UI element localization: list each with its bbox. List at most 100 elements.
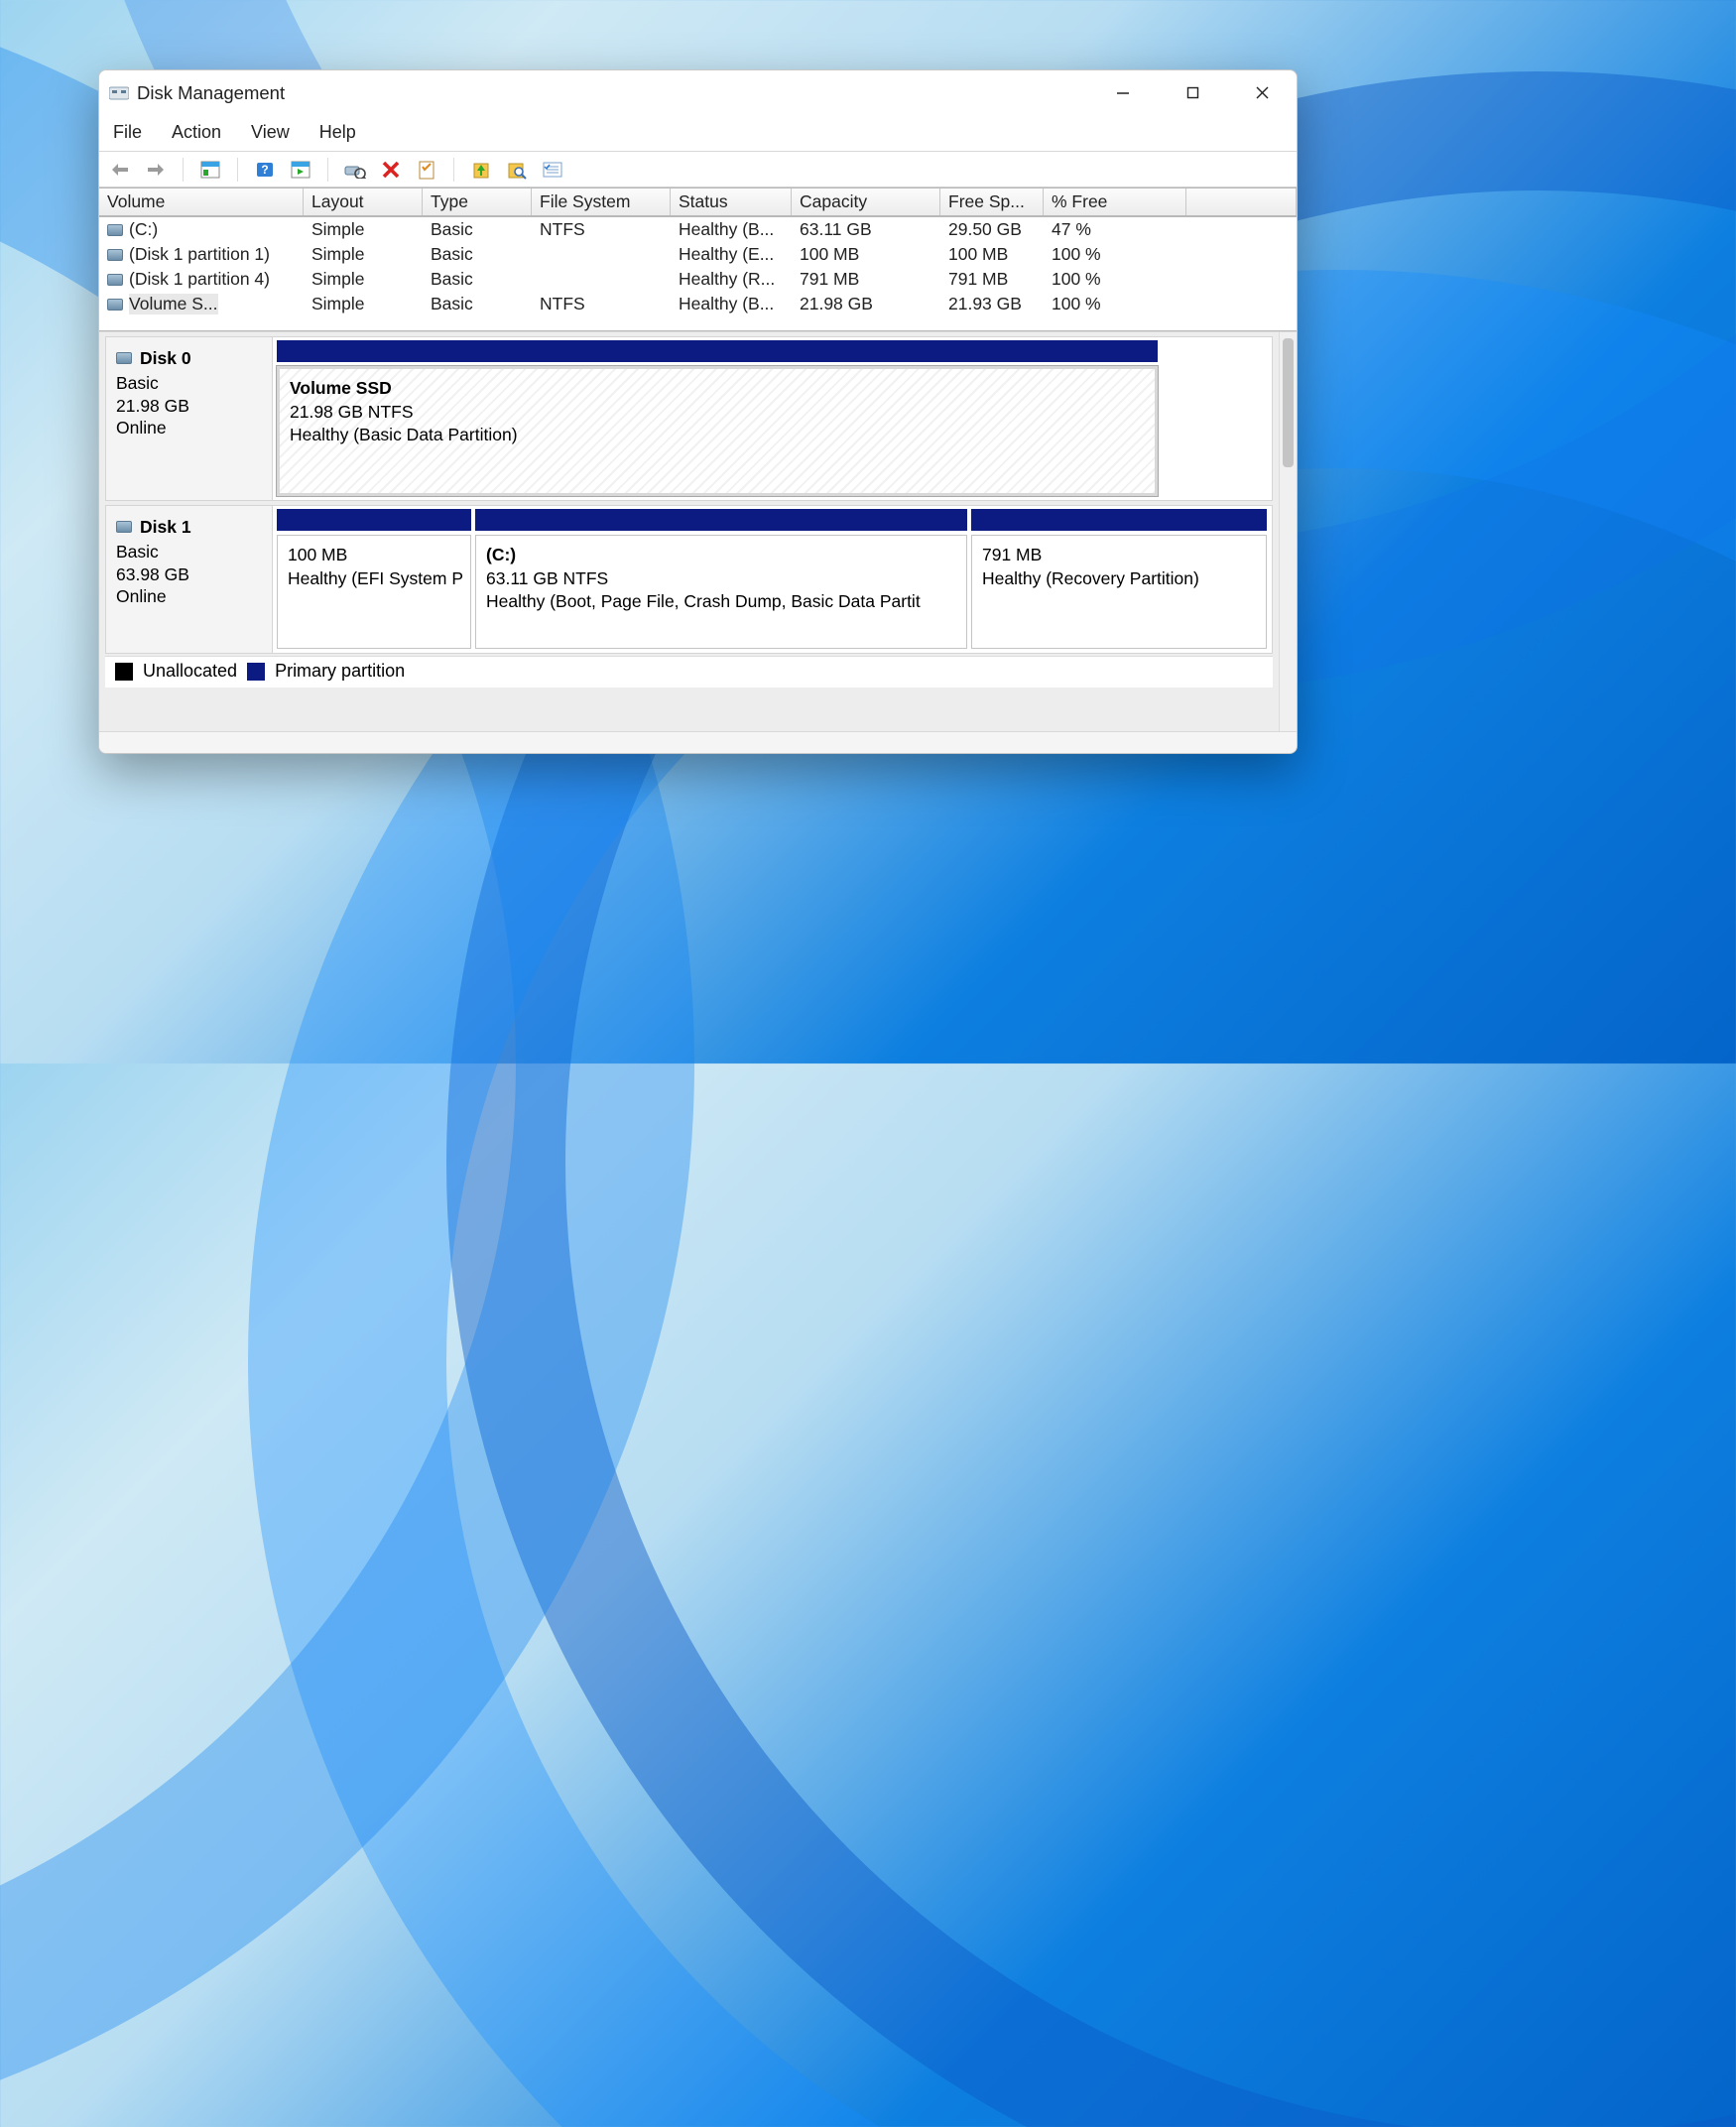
volume-layout: Simple (304, 243, 423, 266)
partition-size: 791 MB (982, 544, 1256, 567)
col-type[interactable]: Type (423, 188, 532, 215)
partition-status: Healthy (EFI System P (288, 567, 460, 591)
col-capacity[interactable]: Capacity (792, 188, 940, 215)
disk-graphical-view: Disk 0 Basic 21.98 GB Online Volume SSD … (99, 331, 1297, 731)
volume-pct: 100 % (1044, 243, 1186, 266)
col-layout[interactable]: Layout (304, 188, 423, 215)
disk-info[interactable]: Disk 1 Basic 63.98 GB Online (106, 506, 273, 653)
col-spacer[interactable] (1186, 188, 1297, 215)
menu-help[interactable]: Help (315, 120, 360, 145)
refresh-icon[interactable] (344, 159, 366, 181)
col-status[interactable]: Status (671, 188, 792, 215)
properties-icon[interactable] (416, 159, 437, 181)
partition-size: 100 MB (288, 544, 460, 567)
volume-layout: Simple (304, 218, 423, 241)
up-icon[interactable] (470, 159, 492, 181)
back-icon[interactable] (109, 159, 131, 181)
volume-icon (107, 274, 123, 286)
partition-header-bar (277, 340, 1158, 362)
partition-header-bar (277, 509, 471, 531)
titlebar[interactable]: Disk Management (99, 70, 1297, 116)
scrollbar-thumb[interactable] (1283, 338, 1294, 467)
disk-icon (116, 521, 132, 533)
volume-list-header: Volume Layout Type File System Status Ca… (99, 188, 1297, 217)
volume-name: (Disk 1 partition 1) (129, 244, 270, 265)
volume-type: Basic (423, 243, 532, 266)
volume-row[interactable]: (Disk 1 partition 4) Simple Basic Health… (99, 267, 1297, 292)
volume-pct: 47 % (1044, 218, 1186, 241)
disk-size: 21.98 GB (116, 395, 262, 418)
partition-status: Healthy (Recovery Partition) (982, 567, 1256, 591)
toolbar: ? (99, 152, 1297, 188)
legend: Unallocated Primary partition (105, 656, 1273, 688)
options-icon[interactable] (542, 159, 563, 181)
volume-type: Basic (423, 218, 532, 241)
disk-name: Disk 0 (140, 347, 191, 370)
action-list-icon[interactable] (290, 159, 311, 181)
partition-header-bar (971, 509, 1267, 531)
svg-text:?: ? (261, 163, 268, 177)
close-button[interactable] (1227, 70, 1297, 116)
menu-view[interactable]: View (247, 120, 294, 145)
partition-name: (C:) (486, 544, 956, 567)
volume-fs (532, 243, 671, 266)
find-icon[interactable] (506, 159, 528, 181)
volume-fs: NTFS (532, 218, 671, 241)
volume-type: Basic (423, 268, 532, 291)
volume-row[interactable]: (Disk 1 partition 1) Simple Basic Health… (99, 242, 1297, 267)
partition-status: Healthy (Basic Data Partition) (290, 424, 1145, 447)
legend-swatch-primary (247, 663, 265, 681)
forward-icon[interactable] (145, 159, 167, 181)
col-volume[interactable]: Volume (99, 188, 304, 215)
volume-status: Healthy (B... (671, 218, 792, 241)
volume-icon (107, 224, 123, 236)
vertical-scrollbar[interactable] (1279, 332, 1297, 731)
minimize-button[interactable] (1088, 70, 1158, 116)
partition-size: 63.11 GB NTFS (486, 567, 956, 591)
volume-icon (107, 249, 123, 261)
menubar: File Action View Help (99, 116, 1297, 152)
volume-status: Healthy (E... (671, 243, 792, 266)
partition-box[interactable]: Volume SSD 21.98 GB NTFS Healthy (Basic … (277, 366, 1158, 496)
volume-fs: NTFS (532, 293, 671, 315)
maximize-button[interactable] (1158, 70, 1227, 116)
disk-management-window: Disk Management File Action View Help ? (98, 69, 1298, 754)
volume-row[interactable]: Volume S... Simple Basic NTFS Healthy (B… (99, 292, 1297, 316)
partition-size: 21.98 GB NTFS (290, 401, 1145, 425)
menu-file[interactable]: File (109, 120, 146, 145)
volume-free: 29.50 GB (940, 218, 1044, 241)
volume-free: 791 MB (940, 268, 1044, 291)
partition-name: Volume SSD (290, 377, 1145, 401)
app-icon (109, 84, 129, 102)
menu-action[interactable]: Action (168, 120, 225, 145)
volume-free: 100 MB (940, 243, 1044, 266)
volume-capacity: 63.11 GB (792, 218, 940, 241)
col-freespace[interactable]: Free Sp... (940, 188, 1044, 215)
disk-type: Basic (116, 372, 262, 395)
partition-box[interactable]: 100 MB Healthy (EFI System P (277, 535, 471, 649)
volume-icon (107, 299, 123, 311)
partition-header-bar (475, 509, 967, 531)
disk-info[interactable]: Disk 0 Basic 21.98 GB Online (106, 337, 273, 500)
partition-status: Healthy (Boot, Page File, Crash Dump, Ba… (486, 590, 956, 614)
volume-pct: 100 % (1044, 293, 1186, 315)
volume-layout: Simple (304, 293, 423, 315)
col-pctfree[interactable]: % Free (1044, 188, 1186, 215)
volume-name: (Disk 1 partition 4) (129, 269, 270, 290)
disk-row: Disk 1 Basic 63.98 GB Online (105, 505, 1273, 654)
partition-box[interactable]: 791 MB Healthy (Recovery Partition) (971, 535, 1267, 649)
volume-row[interactable]: (C:) Simple Basic NTFS Healthy (B... 63.… (99, 217, 1297, 242)
statusbar (99, 731, 1297, 753)
volume-type: Basic (423, 293, 532, 315)
volume-name: (C:) (129, 219, 158, 240)
delete-icon[interactable] (380, 159, 402, 181)
show-hide-console-tree-icon[interactable] (199, 159, 221, 181)
volume-capacity: 100 MB (792, 243, 940, 266)
help-icon[interactable]: ? (254, 159, 276, 181)
window-title: Disk Management (137, 82, 285, 104)
legend-swatch-unallocated (115, 663, 133, 681)
partition-box[interactable]: (C:) 63.11 GB NTFS Healthy (Boot, Page F… (475, 535, 967, 649)
disk-row: Disk 0 Basic 21.98 GB Online Volume SSD … (105, 336, 1273, 501)
disk-icon (116, 352, 132, 364)
col-filesystem[interactable]: File System (532, 188, 671, 215)
